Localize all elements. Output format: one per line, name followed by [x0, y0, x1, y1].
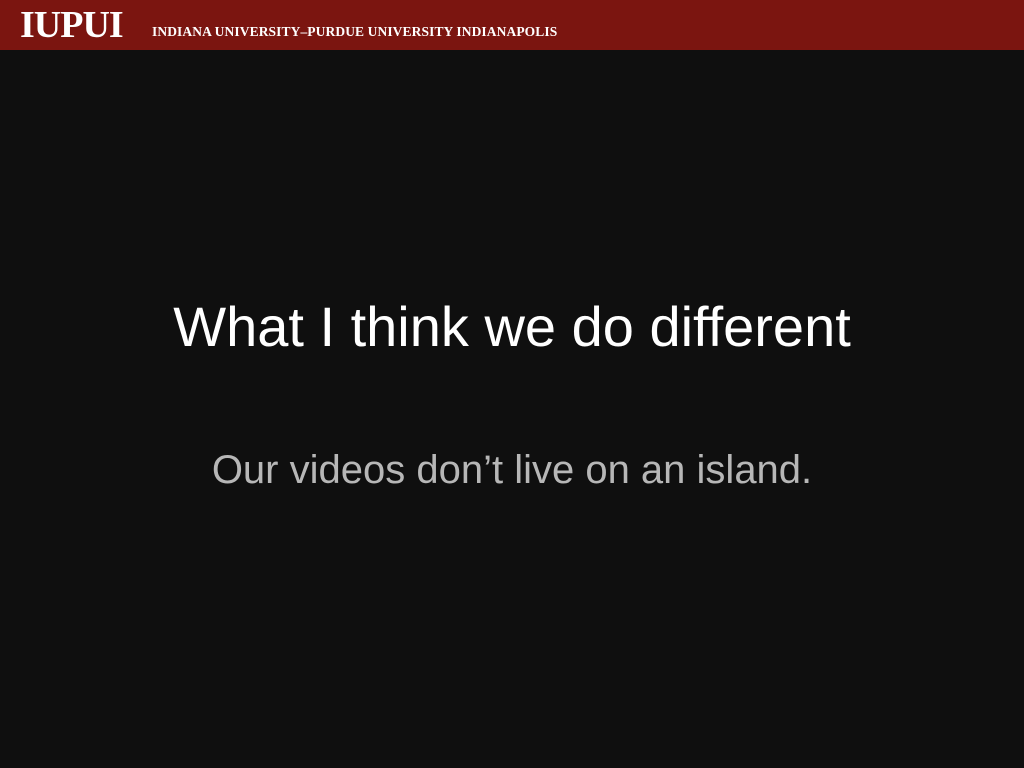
university-name: INDIANA UNIVERSITY–PURDUE UNIVERSITY IND…: [152, 24, 558, 39]
header-bar: IUPUI INDIANA UNIVERSITY–PURDUE UNIVERSI…: [0, 0, 1024, 50]
iupui-logo: IUPUI: [20, 4, 124, 46]
slide-title: What I think we do different: [173, 295, 851, 358]
slide-subtitle: Our videos don’t live on an island.: [211, 448, 813, 492]
presentation-slide: IUPUI INDIANA UNIVERSITY–PURDUE UNIVERSI…: [0, 0, 1024, 768]
